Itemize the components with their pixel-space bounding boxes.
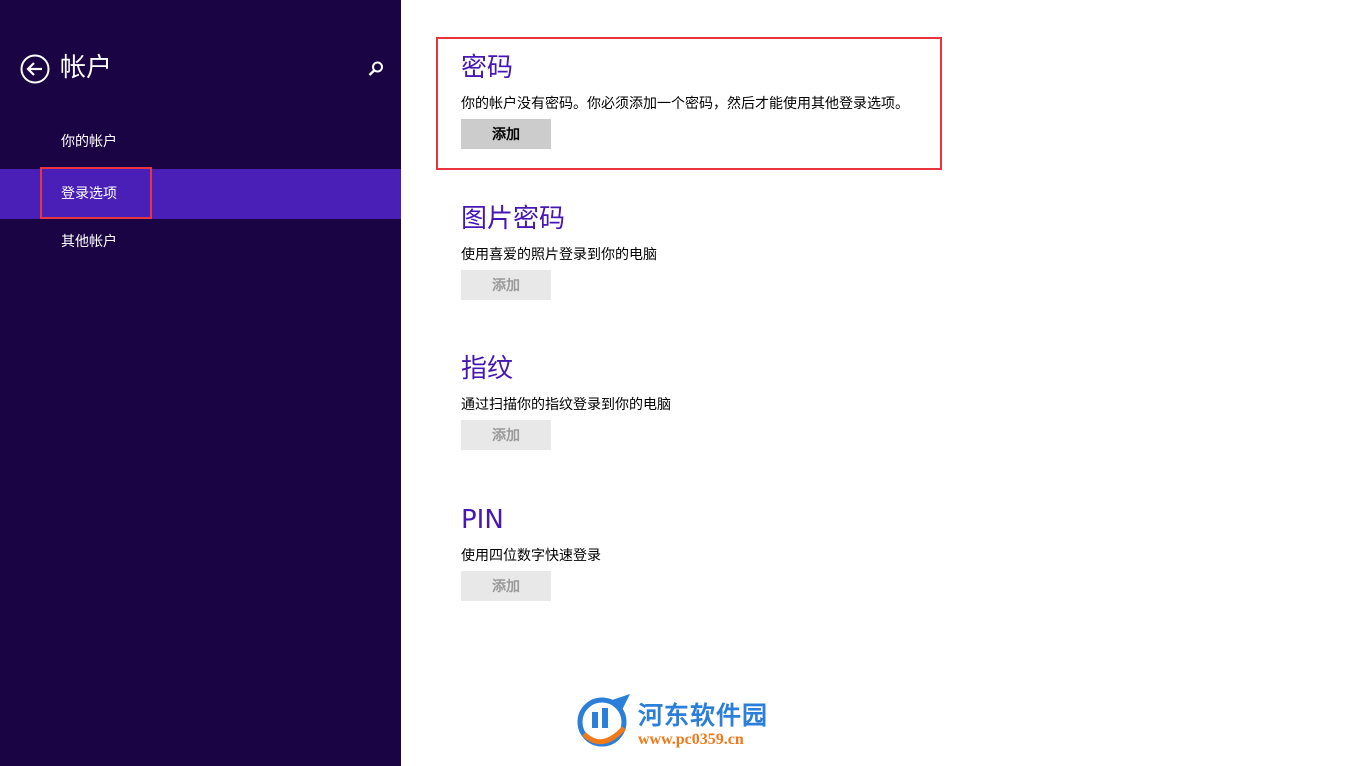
section-pin: PIN 使用四位数字快速登录 添加 (461, 503, 961, 601)
sidebar-item-label: 其他帐户 (61, 234, 117, 250)
sidebar: 帐户 你的帐户 登录选项 其他帐户 (0, 0, 401, 766)
section-title: 密码 (461, 53, 514, 83)
sidebar-header: 帐户 (20, 51, 385, 87)
section-password: 密码 你的帐户没有密码。你必须添加一个密码，然后才能使用其他登录选项。 添加 (461, 51, 961, 149)
sidebar-item-label: 你的帐户 (61, 134, 117, 150)
section-fingerprint: 指纹 通过扫描你的指纹登录到你的电脑 添加 (461, 352, 961, 450)
section-description: 使用四位数字快速登录 (461, 548, 601, 564)
section-description: 使用喜爱的照片登录到你的电脑 (461, 247, 657, 263)
add-pin-button: 添加 (461, 571, 551, 601)
section-title: 图片密码 (461, 204, 566, 234)
search-icon (368, 61, 383, 76)
sidebar-item-your-account[interactable]: 你的帐户 (0, 117, 401, 167)
add-password-button[interactable]: 添加 (461, 119, 551, 149)
section-picture-password: 图片密码 使用喜爱的照片登录到你的电脑 添加 (461, 202, 961, 300)
arrow-left-circle-icon (20, 54, 50, 84)
watermark: 河东软件园 www.pc0359.cn (576, 694, 786, 754)
main-content: 密码 你的帐户没有密码。你必须添加一个密码，然后才能使用其他登录选项。 添加 图… (401, 0, 1354, 766)
section-title: PIN (461, 505, 504, 535)
watermark-logo-icon (577, 694, 630, 747)
watermark-name: 河东软件园 (638, 701, 769, 730)
search-button[interactable] (367, 60, 385, 78)
section-description: 通过扫描你的指纹登录到你的电脑 (461, 397, 671, 413)
section-description: 你的帐户没有密码。你必须添加一个密码，然后才能使用其他登录选项。 (461, 96, 909, 112)
add-picture-password-button: 添加 (461, 270, 551, 300)
sidebar-item-sign-in-options[interactable]: 登录选项 (0, 169, 401, 219)
sidebar-item-label: 登录选项 (61, 186, 117, 202)
add-fingerprint-button: 添加 (461, 420, 551, 450)
sidebar-item-other-accounts[interactable]: 其他帐户 (0, 217, 401, 267)
watermark-url: www.pc0359.cn (638, 731, 744, 748)
back-button[interactable] (20, 54, 50, 84)
section-title: 指纹 (461, 354, 514, 384)
page-title: 帐户 (60, 53, 113, 83)
